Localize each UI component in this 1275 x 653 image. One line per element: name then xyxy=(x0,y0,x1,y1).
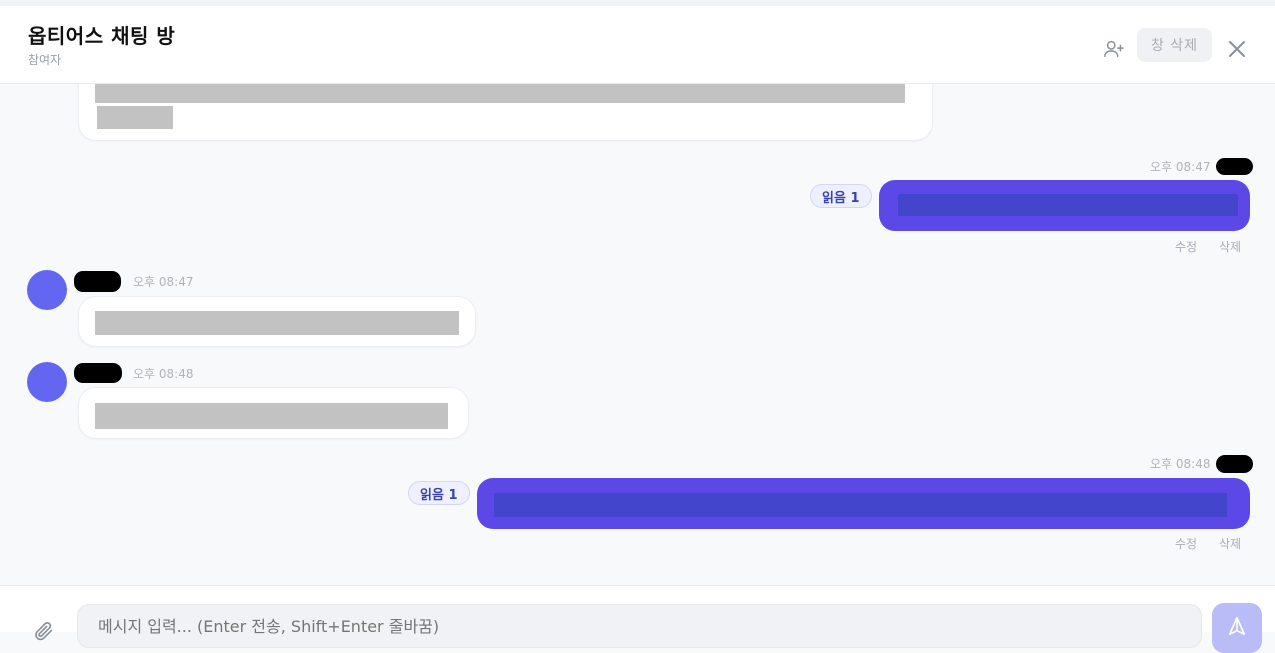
redacted-sender-name xyxy=(74,271,121,292)
message-time: 오후 08:48 xyxy=(1150,457,1211,471)
message-time: 오후 08:47 xyxy=(133,275,194,289)
add-participant-button[interactable] xyxy=(1100,35,1128,63)
add-user-icon xyxy=(1104,40,1124,58)
chat-header: 옵티어스 채팅 방 참여자 창 삭제 xyxy=(0,6,1275,84)
message-bubble-incoming xyxy=(78,84,933,141)
redacted-text xyxy=(898,194,1238,216)
edit-message-link[interactable]: 수정 xyxy=(1175,535,1197,552)
redacted-text xyxy=(97,106,173,129)
read-receipt-badge: 읽음 1 xyxy=(810,184,872,208)
close-button[interactable] xyxy=(1223,35,1251,63)
message-list[interactable]: 오후 08:47 읽음 1 수정 삭제 오후 08:47 오후 08:48 오후… xyxy=(0,84,1275,584)
close-icon xyxy=(1229,41,1245,57)
delete-message-link[interactable]: 삭제 xyxy=(1219,535,1241,552)
page-title: 옵티어스 채팅 방 xyxy=(28,24,176,48)
redacted-text xyxy=(95,311,459,335)
message-bubble-incoming xyxy=(78,296,476,347)
attach-button[interactable] xyxy=(32,619,56,643)
message-input[interactable] xyxy=(77,604,1202,648)
message-bubble-outgoing xyxy=(477,478,1250,529)
participants-label[interactable]: 참여자 xyxy=(28,51,61,68)
redacted-sender-name xyxy=(1216,158,1253,175)
redacted-text xyxy=(494,493,1227,517)
send-button[interactable] xyxy=(1212,603,1262,653)
redacted-sender-name xyxy=(1216,455,1253,473)
redacted-text xyxy=(95,84,905,103)
message-time: 오후 08:47 xyxy=(1150,160,1211,174)
attach-icon xyxy=(35,622,53,641)
redacted-text xyxy=(95,403,448,429)
edit-message-link[interactable]: 수정 xyxy=(1175,238,1197,255)
avatar xyxy=(27,270,67,310)
message-composer xyxy=(0,585,1275,653)
read-receipt-badge: 읽음 1 xyxy=(408,481,470,505)
message-bubble-outgoing xyxy=(879,180,1250,231)
delete-message-link[interactable]: 삭제 xyxy=(1219,238,1241,255)
avatar xyxy=(27,362,67,402)
send-icon xyxy=(1228,616,1246,636)
redacted-sender-name xyxy=(74,363,122,383)
message-time: 오후 08:48 xyxy=(133,367,194,381)
message-bubble-incoming xyxy=(78,387,469,439)
delete-room-button[interactable]: 창 삭제 xyxy=(1137,28,1212,62)
